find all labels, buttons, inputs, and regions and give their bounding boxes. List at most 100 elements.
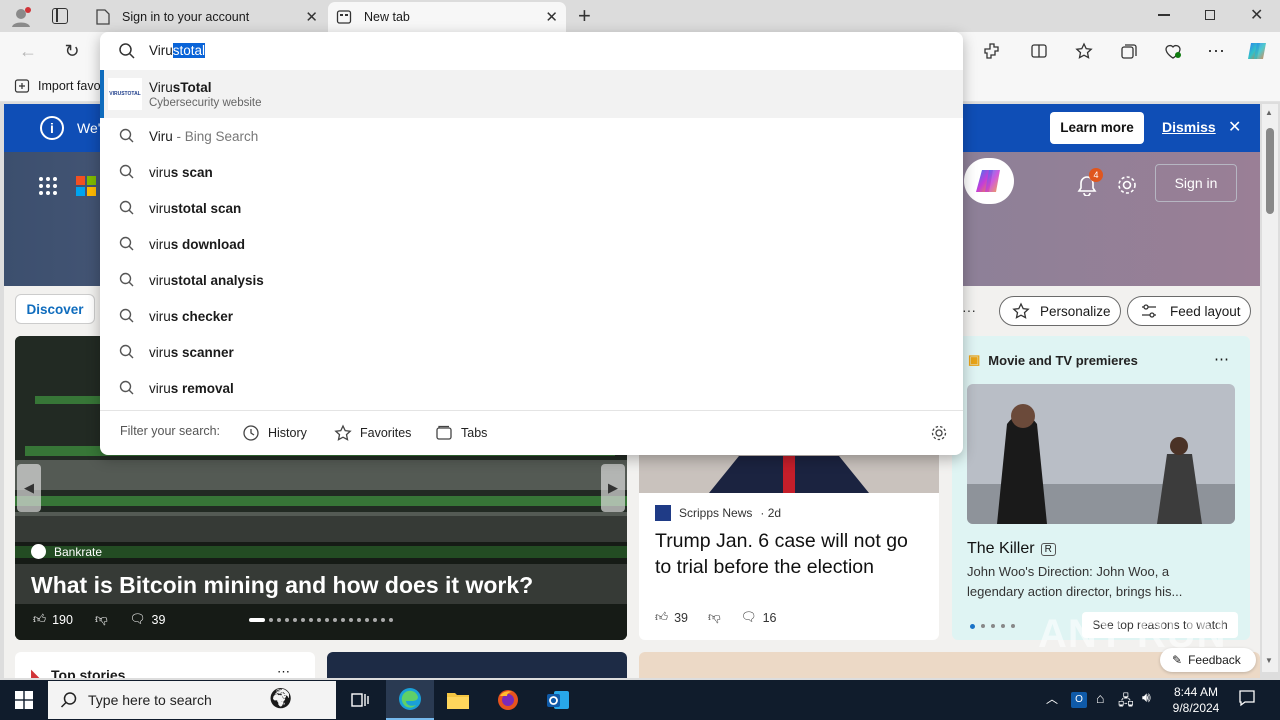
taskbar-firefox[interactable] (484, 680, 532, 720)
top-stories-flag-icon: ◣ (31, 666, 41, 678)
clapperboard-icon: ▣ (968, 352, 981, 367)
suggestion-bing-search[interactable]: Viru - Bing Search (100, 118, 963, 154)
movie-title[interactable]: The Killer (967, 540, 1035, 558)
age: · 2d (760, 506, 782, 520)
outlook-icon (547, 691, 569, 709)
filter-favorites[interactable]: Favorites (334, 424, 411, 442)
suggestion-item[interactable]: virus scan (100, 154, 963, 190)
sign-in-button[interactable]: Sign in (1155, 164, 1237, 202)
notifications-bell-icon[interactable]: 4 (1076, 168, 1103, 199)
like-icon[interactable]: 👍︎ (33, 612, 46, 627)
restore-button[interactable] (1205, 10, 1215, 20)
taskbar-edge[interactable] (386, 680, 434, 720)
close-window-button[interactable]: ✕ (1250, 5, 1263, 25)
address-input[interactable]: Virustotal (149, 43, 206, 58)
suggestion-item[interactable]: virus checker (100, 298, 963, 334)
browser-essentials-icon[interactable] (1162, 40, 1184, 62)
copilot-icon[interactable] (1246, 40, 1268, 62)
discover-tab[interactable]: Discover (15, 294, 95, 324)
typed-text: Viru (149, 43, 173, 58)
tray-outlook-icon[interactable]: O (1071, 692, 1087, 708)
clock[interactable]: 8:44 AM 9/8/2024 (1164, 684, 1228, 716)
movie-card[interactable]: ▣ Movie and TV premieres ⋯ The Killer R … (952, 336, 1250, 640)
suggestion-item[interactable]: virustotal analysis (100, 262, 963, 298)
collections-icon[interactable] (1118, 40, 1140, 62)
notification-center-icon[interactable] (1238, 689, 1256, 710)
close-tab-icon[interactable]: ✕ (545, 8, 558, 26)
more-feed-tabs[interactable]: ··· (962, 302, 976, 318)
show-hidden-icons-chevron-icon[interactable]: ︿ (1046, 690, 1058, 707)
import-icon (14, 79, 30, 93)
taskbar-search-box[interactable]: Type here to search 🌍︎ (48, 681, 336, 719)
tab-new-tab[interactable]: New tab ✕ (328, 2, 566, 32)
copilot-button[interactable] (964, 158, 1014, 204)
extensions-icon[interactable] (981, 40, 1003, 62)
close-tab-icon[interactable]: ✕ (305, 8, 318, 26)
task-view-button[interactable] (336, 680, 384, 720)
back-icon[interactable]: ← (17, 40, 39, 62)
scrollbar-thumb[interactable] (1266, 128, 1274, 214)
tray-device-icon[interactable]: ⌂ (1096, 690, 1104, 706)
carousel-next-button[interactable]: ▶ (601, 464, 625, 512)
filter-tabs[interactable]: Tabs (435, 424, 487, 442)
suggestion-item[interactable]: virus scanner (100, 334, 963, 370)
card-more-icon[interactable]: ⋯ (277, 664, 290, 678)
search-icon (119, 164, 134, 179)
profile-icon[interactable] (10, 6, 32, 28)
section-header: ▣ Movie and TV premieres (968, 352, 1138, 368)
firefox-icon (498, 690, 518, 710)
edge-icon (399, 688, 421, 710)
address-bar[interactable]: Virustotal (100, 32, 963, 70)
suggestion-item[interactable]: virus download (100, 226, 963, 262)
network-icon[interactable]: 🖧︎ (1118, 690, 1134, 714)
comment-count: 39 (151, 612, 166, 627)
suggestion-item[interactable]: virustotal scan (100, 190, 963, 226)
split-screen-icon[interactable] (1028, 40, 1050, 62)
card-dots[interactable] (970, 624, 1015, 629)
personalize-button[interactable]: Personalize (999, 296, 1121, 326)
suggestion-item[interactable]: virus removal (100, 370, 963, 406)
carousel-prev-button[interactable]: ◀ (17, 464, 41, 512)
address-bar-dropdown: Virustotal VIRUSTOTAL VirusTotal Cyberse… (100, 32, 963, 455)
headline[interactable]: What is Bitcoin mining and how does it w… (31, 572, 533, 599)
refresh-icon[interactable]: ↻ (61, 40, 83, 62)
windows-logo-icon (15, 691, 33, 709)
carousel-dots[interactable] (249, 618, 393, 622)
comment-icon[interactable]: 🗨︎ (130, 612, 146, 627)
volume-icon[interactable]: 🔊︎ (1142, 689, 1151, 706)
feed-layout-button[interactable]: Feed layout (1127, 296, 1251, 326)
headline[interactable]: Trump Jan. 6 case will not go to trial b… (655, 528, 927, 580)
source-row: Scripps News · 2d (655, 505, 781, 521)
story-thumbnail-card[interactable] (327, 652, 627, 678)
favorites-star-icon (334, 424, 352, 441)
dropdown-settings-gear-icon[interactable] (930, 424, 948, 445)
like-icon[interactable]: 👍︎ (655, 610, 668, 625)
dislike-icon[interactable]: 👎︎ (95, 612, 108, 627)
more-options-icon[interactable]: ⋯ (1205, 40, 1227, 62)
like-count: 39 (674, 610, 688, 625)
minimize-button[interactable] (1158, 14, 1170, 16)
suggestion-top-site[interactable]: VIRUSTOTAL VirusTotal Cybersecurity webs… (100, 70, 963, 118)
new-tab-button[interactable]: + (578, 3, 591, 29)
dislike-icon[interactable]: 👎︎ (708, 610, 721, 625)
autocomplete-selection: stotal (172, 43, 206, 58)
close-banner-icon[interactable]: ✕ (1228, 117, 1241, 137)
apps-launcher-icon[interactable] (38, 176, 58, 199)
import-favorites[interactable]: Import favo (14, 78, 101, 94)
start-button[interactable] (0, 680, 48, 720)
favorites-star-icon[interactable] (1073, 40, 1095, 62)
dismiss-link[interactable]: Dismiss (1162, 119, 1216, 135)
tab-sign-in[interactable]: Sign in to your account ✕ (88, 2, 326, 32)
settings-gear-icon[interactable] (1116, 174, 1138, 199)
reactions-row: 👍︎ 190 👎︎ 🗨︎ 39 (33, 612, 165, 627)
comment-icon[interactable]: 🗨︎ (741, 610, 757, 625)
learn-more-button[interactable]: Learn more (1050, 112, 1144, 144)
taskbar-file-explorer[interactable] (434, 680, 482, 720)
page-scrollbar[interactable]: ▲ ▼ (1262, 104, 1278, 672)
filter-history[interactable]: History (242, 424, 307, 442)
like-count: 190 (52, 612, 73, 627)
tab-actions-icon[interactable] (52, 8, 68, 24)
card-more-icon[interactable]: ⋯ (1214, 350, 1229, 368)
search-icon (119, 344, 134, 359)
taskbar-outlook[interactable] (534, 680, 582, 720)
